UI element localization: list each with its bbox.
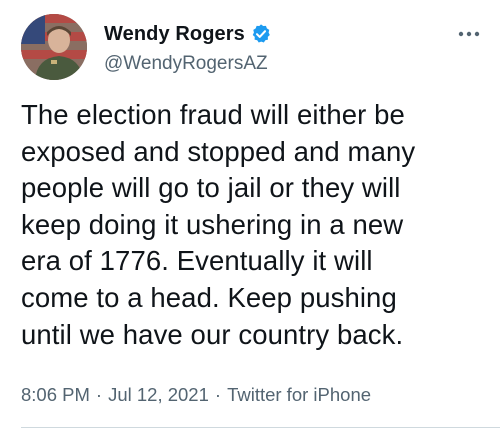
display-name[interactable]: Wendy Rogers bbox=[104, 23, 245, 46]
tweet-date[interactable]: Jul 12, 2021 bbox=[108, 384, 209, 406]
tweet-source[interactable]: Twitter for iPhone bbox=[227, 384, 371, 406]
avatar[interactable] bbox=[21, 14, 87, 80]
meta-separator: · bbox=[95, 384, 103, 405]
tweet-metadata: 8:06 PM · Jul 12, 2021 · Twitter for iPh… bbox=[21, 384, 371, 406]
verified-badge-icon bbox=[250, 23, 272, 45]
divider bbox=[21, 427, 500, 428]
tweet-time[interactable]: 8:06 PM bbox=[21, 384, 90, 406]
user-handle[interactable]: @WendyRogersAZ bbox=[104, 53, 272, 75]
meta-separator: · bbox=[214, 384, 222, 405]
tweet-text: The election fraud will either be expose… bbox=[21, 99, 416, 350]
tweet-card: Wendy Rogers @WendyRogersAZ The election… bbox=[0, 0, 500, 431]
more-options-icon[interactable] bbox=[457, 26, 481, 37]
user-info: Wendy Rogers @WendyRogersAZ bbox=[104, 21, 272, 75]
name-row: Wendy Rogers bbox=[104, 21, 272, 47]
tweet-header: Wendy Rogers @WendyRogersAZ bbox=[21, 14, 481, 82]
